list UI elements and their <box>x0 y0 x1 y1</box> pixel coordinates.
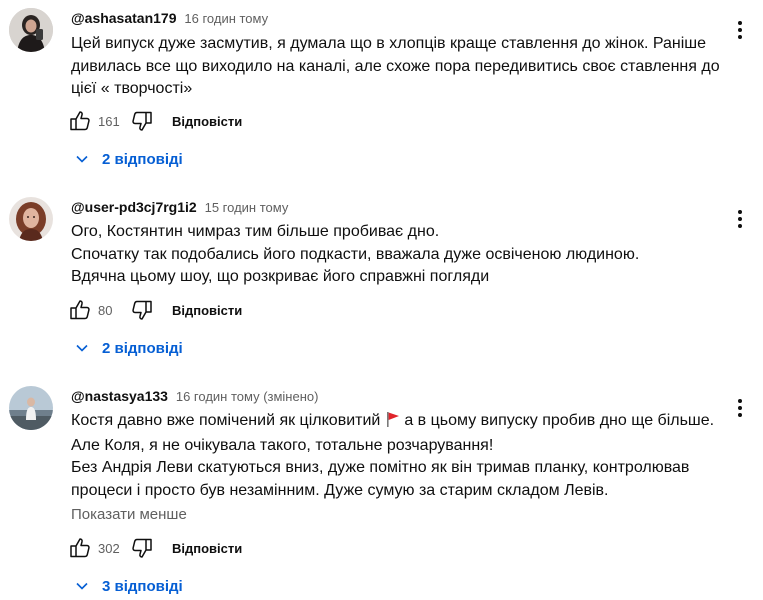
like-count: 80 <box>98 302 113 318</box>
like-button[interactable] <box>66 534 94 562</box>
thumb-up-icon <box>70 300 90 320</box>
comment-line: Вдячна цьому шоу, що розкриває його спра… <box>71 268 490 285</box>
more-actions-button[interactable] <box>728 16 752 44</box>
avatar[interactable] <box>9 386 53 430</box>
more-actions-button[interactable] <box>728 394 752 422</box>
comment-author[interactable]: @nastasya133 <box>71 388 168 404</box>
chevron-down-icon <box>76 344 88 352</box>
dislike-button[interactable] <box>128 107 156 135</box>
replies-label: 2 відповіді <box>102 150 183 168</box>
comment-time[interactable]: 16 годин тому <box>184 11 268 26</box>
like-count: 161 <box>98 113 120 129</box>
reply-button[interactable]: Відповісти <box>172 114 242 129</box>
thumb-down-icon <box>132 538 152 558</box>
comment-actions: 161 Відповісти <box>66 107 242 135</box>
comment-time[interactable]: 15 годин тому <box>205 200 289 215</box>
thumb-down-icon <box>132 300 152 320</box>
dislike-button[interactable] <box>128 534 156 562</box>
like-button[interactable] <box>66 107 94 135</box>
comment-line: Ого, Костянтин чимраз тим більше пробива… <box>71 223 440 240</box>
more-vertical-icon <box>738 399 742 417</box>
dislike-button[interactable] <box>128 296 156 324</box>
comment-line: цієї « творчості» <box>71 80 193 97</box>
more-actions-button[interactable] <box>728 205 752 233</box>
view-replies-button[interactable]: 2 відповіді <box>74 145 183 173</box>
comment-actions: 302 Відповісти <box>66 534 242 562</box>
comment-line: Костя давно вже помічений як цілковитий а… <box>71 410 731 435</box>
like-button[interactable] <box>66 296 94 324</box>
like-count: 302 <box>98 540 120 556</box>
avatar[interactable] <box>9 197 53 241</box>
comment-text: Цей випуск дуже засмутив, я думала що в … <box>71 33 731 101</box>
comment-line: Цей випуск дуже засмутив, я думала що в … <box>71 35 707 52</box>
chevron-down-icon <box>76 155 88 163</box>
more-vertical-icon <box>738 210 742 228</box>
show-less-button[interactable]: Показати менше <box>71 506 187 523</box>
thumb-up-icon <box>70 111 90 131</box>
comment-author[interactable]: @user-pd3cj7rg1i2 <box>71 199 197 215</box>
more-vertical-icon <box>738 21 742 39</box>
chevron-down-icon <box>76 582 88 590</box>
comment-line: дивилась все що виходило на каналі, але … <box>71 57 720 75</box>
comment-line: Але Коля, я не очікувала такого, тотальн… <box>71 436 494 454</box>
comment-actions: 80 Відповісти <box>66 296 242 324</box>
red-flag-icon <box>386 411 400 435</box>
comment-line-part: Костя давно вже помічений як цілковитий <box>71 412 381 429</box>
comment-line: Без Андрія Леви скатуються вниз, дуже по… <box>71 459 690 476</box>
comment-text: Ого, Костянтин чимраз тим більше пробива… <box>71 221 731 289</box>
replies-label: 2 відповіді <box>102 339 183 357</box>
view-replies-button[interactable]: 2 відповіді <box>74 334 183 362</box>
comment-header: @user-pd3cj7rg1i2 15 годин тому <box>71 198 288 217</box>
comment-header: @ashasatan179 16 годин тому <box>71 9 268 28</box>
comment-line: процеси і просто був незамінним. Дуже су… <box>71 481 609 499</box>
comment-time[interactable]: 16 годин тому (змінено) <box>176 389 319 404</box>
comment-text: Костя давно вже помічений як цілковитий а… <box>71 410 731 502</box>
replies-label: 3 відповіді <box>102 577 183 595</box>
thumb-up-icon <box>70 538 90 558</box>
comment-line: Спочатку так подобались його подкасти, в… <box>71 245 640 263</box>
comment-author[interactable]: @ashasatan179 <box>71 10 177 26</box>
comment-header: @nastasya133 16 годин тому (змінено) <box>71 387 318 406</box>
avatar[interactable] <box>9 8 53 52</box>
thumb-down-icon <box>132 111 152 131</box>
view-replies-button[interactable]: 3 відповіді <box>74 572 183 600</box>
reply-button[interactable]: Відповісти <box>172 541 242 556</box>
comment-line-part: а в цьому випуску пробив дно ще більше. <box>404 412 715 429</box>
reply-button[interactable]: Відповісти <box>172 303 242 318</box>
